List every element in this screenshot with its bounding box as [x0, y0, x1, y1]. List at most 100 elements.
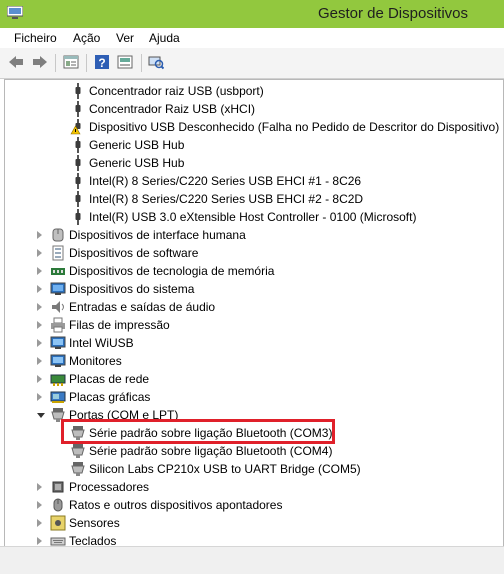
window-title: Gestor de Dispositivos [317, 5, 468, 22]
tree-category-placas-graficas[interactable]: Placas gráficas [5, 388, 501, 406]
tree-item-label: Intel WiUSB [69, 336, 134, 350]
expand-arrow-icon[interactable] [37, 501, 42, 509]
menu-ver[interactable]: Ver [116, 31, 134, 45]
tree-item-label: Intel(R) USB 3.0 eXtensible Host Control… [89, 210, 417, 224]
update-driver-button[interactable] [116, 53, 134, 71]
tree-category-monitores[interactable]: Monitores [5, 352, 501, 370]
tree-item-label: Placas gráficas [69, 390, 151, 404]
tree-category-sensores[interactable]: Sensores [5, 514, 501, 532]
scan-hardware-icon [148, 56, 164, 70]
forward-button[interactable] [31, 53, 49, 71]
tree-item-silicon-labs-cp210x-usb-to-uart-bridge-com5[interactable]: Silicon Labs CP210x USB to UART Bridge (… [5, 460, 501, 478]
menu-ficheiro[interactable]: Ficheiro [14, 31, 57, 45]
mouse-icon [50, 497, 66, 513]
usb-plug-icon [70, 155, 86, 171]
tree-item-label: Série padrão sobre ligação Bluetooth (CO… [89, 444, 333, 458]
display-adapter-icon [50, 389, 66, 405]
tree-category-ratos-e-outros-dispositivos-apontadores[interactable]: Ratos e outros dispositivos apontadores [5, 496, 501, 514]
sensor-icon [50, 515, 66, 531]
tree-item-label: Dispositivos de interface humana [69, 228, 246, 242]
properties-button[interactable] [62, 53, 80, 71]
usb-plug-icon [70, 137, 86, 153]
tree-item-label: Filas de impressão [69, 318, 170, 332]
expand-arrow-icon[interactable] [37, 537, 42, 545]
tree-item-concentrador-raiz-usb-xhci[interactable]: Concentrador Raiz USB (xHCI) [5, 100, 501, 118]
expand-arrow-icon[interactable] [37, 303, 42, 311]
expand-arrow-icon[interactable] [37, 339, 42, 347]
toolbar-separator [141, 54, 142, 72]
tree-item-serie-padrao-sobre-ligacao-bluetooth-com4[interactable]: Série padrão sobre ligação Bluetooth (CO… [5, 442, 501, 460]
system-device-icon [50, 281, 66, 297]
expand-arrow-icon[interactable] [37, 483, 42, 491]
expand-arrow-icon[interactable] [37, 249, 42, 257]
audio-icon [50, 299, 66, 315]
usb-plug-icon [70, 191, 86, 207]
tree-category-placas-de-rede[interactable]: Placas de rede [5, 370, 501, 388]
scan-hardware-button[interactable] [147, 53, 165, 71]
highlight-annotation-box [61, 419, 335, 444]
tree-category-filas-de-impressao[interactable]: Filas de impressão [5, 316, 501, 334]
forward-icon [33, 56, 47, 68]
tree-category-processadores[interactable]: Processadores [5, 478, 501, 496]
collapse-arrow-icon[interactable] [37, 413, 45, 418]
tree-category-dispositivos-de-interface-humana[interactable]: Dispositivos de interface humana [5, 226, 501, 244]
tree-item-label: Dispositivos de software [69, 246, 199, 260]
tree-category-entradas-e-saidas-de-audio[interactable]: Entradas e saídas de áudio [5, 298, 501, 316]
help-icon: ? [95, 55, 109, 70]
tree-item-label: Processadores [69, 480, 150, 494]
usb-plug-icon [70, 83, 86, 99]
network-icon [50, 371, 66, 387]
expand-arrow-icon[interactable] [37, 285, 42, 293]
usb-plug-icon [70, 209, 86, 225]
expand-arrow-icon[interactable] [37, 321, 42, 329]
tree-item-concentrador-raiz-usb-usbport[interactable]: Concentrador raiz USB (usbport) [5, 82, 501, 100]
expand-arrow-icon[interactable] [37, 375, 42, 383]
tree-item-label: Concentrador raiz USB (usbport) [89, 84, 264, 98]
menu-acao[interactable]: Ação [73, 31, 100, 45]
expand-arrow-icon[interactable] [37, 357, 42, 365]
tree-item-intel-r-usb-3-0-extensible-host-controller-0100-microsoft[interactable]: Intel(R) USB 3.0 eXtensible Host Control… [5, 208, 501, 226]
tree-category-dispositivos-do-sistema[interactable]: Dispositivos do sistema [5, 280, 501, 298]
port-icon [70, 443, 86, 459]
help-button[interactable]: ? [93, 53, 111, 71]
monitor-icon [50, 353, 66, 369]
tree-item-intel-r-8-series-c220-series-usb-ehci-1-8c26[interactable]: Intel(R) 8 Series/C220 Series USB EHCI #… [5, 172, 501, 190]
toolbar-separator [86, 54, 87, 72]
back-icon [9, 56, 23, 68]
toolbar: ? [0, 48, 504, 79]
tree-item-label: Concentrador Raiz USB (xHCI) [89, 102, 256, 116]
processor-icon [50, 479, 66, 495]
usb-plug-icon [70, 173, 86, 189]
tree-item-intel-r-8-series-c220-series-usb-ehci-2-8c2d[interactable]: Intel(R) 8 Series/C220 Series USB EHCI #… [5, 190, 501, 208]
warning-usb-icon [70, 119, 86, 135]
tree-category-dispositivos-de-tecnologia-de-memoria[interactable]: Dispositivos de tecnologia de memória [5, 262, 501, 280]
device-tree[interactable]: Concentrador raiz USB (usbport) Concentra… [4, 79, 504, 547]
expand-arrow-icon[interactable] [37, 393, 42, 401]
tree-item-label: Generic USB Hub [89, 138, 185, 152]
menu-ajuda[interactable]: Ajuda [149, 31, 180, 45]
tree-item-label: Ratos e outros dispositivos apontadores [69, 498, 283, 512]
tree-item-label: Generic USB Hub [89, 156, 185, 170]
expand-arrow-icon[interactable] [37, 267, 42, 275]
tree-category-dispositivos-de-software[interactable]: Dispositivos de software [5, 244, 501, 262]
tree-item-label: Intel(R) 8 Series/C220 Series USB EHCI #… [89, 174, 362, 188]
tree-category-teclados[interactable]: Teclados [5, 532, 501, 547]
monitor-icon [50, 335, 66, 351]
tree-item-dispositivo-usb-desconhecido-falha-no-pedido-de-descritor-do-dispositivo[interactable]: Dispositivo USB Desconhecido (Falha no P… [5, 118, 501, 136]
properties-icon [63, 55, 79, 69]
back-button[interactable] [7, 53, 25, 71]
port-icon [70, 461, 86, 477]
status-bar [0, 546, 504, 574]
svg-text:?: ? [98, 56, 105, 70]
tree-item-generic-usb-hub[interactable]: Generic USB Hub [5, 154, 501, 172]
expand-arrow-icon[interactable] [37, 231, 42, 239]
expand-arrow-icon[interactable] [37, 519, 42, 527]
tree-item-label: Sensores [69, 516, 120, 530]
tree-item-label: Dispositivo USB Desconhecido (Falha no P… [89, 120, 500, 134]
tree-item-generic-usb-hub[interactable]: Generic USB Hub [5, 136, 501, 154]
tree-item-label: Entradas e saídas de áudio [69, 300, 216, 314]
tree-item-label: Dispositivos do sistema [69, 282, 195, 296]
tree-category-intel-wiusb[interactable]: Intel WiUSB [5, 334, 501, 352]
tree-item-label: Intel(R) 8 Series/C220 Series USB EHCI #… [89, 192, 364, 206]
software-device-icon [50, 245, 66, 261]
